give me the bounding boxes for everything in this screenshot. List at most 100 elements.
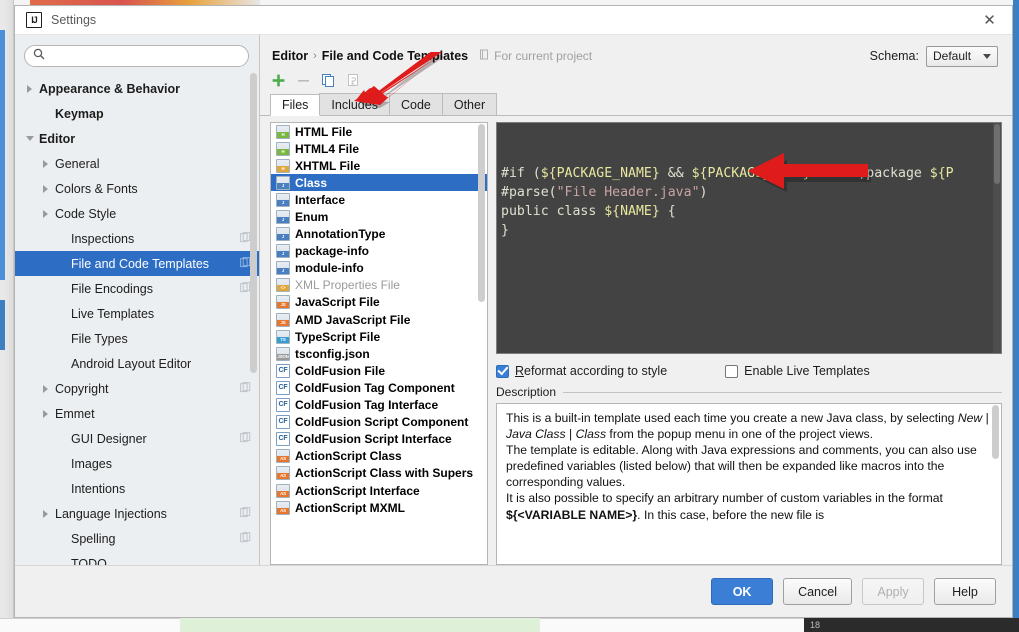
list-item[interactable]: H HTML4 File — [271, 140, 487, 157]
templates-list[interactable]: H HTML File H HTML4 File H XHTML File J Class J I… — [270, 122, 488, 565]
live-templates-option: Enable Live Templates — [725, 364, 870, 378]
list-item[interactable]: H XHTML File — [271, 157, 487, 174]
list-item[interactable]: CF ColdFusion Tag Interface — [271, 397, 487, 414]
reformat-checkbox[interactable] — [496, 364, 509, 378]
sidebar-item-intentions[interactable]: Intentions — [15, 476, 259, 501]
copy-icon[interactable] — [320, 72, 337, 89]
sidebar-item-copyright[interactable]: Copyright — [15, 376, 259, 401]
list-item[interactable]: J Interface — [271, 191, 487, 208]
sidebar-item-label: General — [55, 156, 100, 171]
sidebar-item-images[interactable]: Images — [15, 451, 259, 476]
sidebar-item-colors-fonts[interactable]: Colors & Fonts — [15, 176, 259, 201]
tab-code[interactable]: Code — [388, 93, 443, 115]
sidebar-item-label: Code Style — [55, 206, 117, 221]
code-editor-scrollbar-thumb[interactable] — [994, 124, 1000, 184]
enable-live-templates-checkbox[interactable] — [725, 364, 739, 378]
list-item[interactable]: AS ActionScript MXML — [271, 499, 487, 516]
sidebar-item-file-and-code-templates[interactable]: File and Code Templates — [15, 251, 259, 276]
tab-files[interactable]: Files — [270, 94, 321, 116]
list-item[interactable]: Jpackage-info — [271, 243, 487, 260]
list-item[interactable]: CF ColdFusion File — [271, 362, 487, 379]
plus-icon[interactable] — [270, 72, 287, 89]
list-item[interactable]: JS AMD JavaScript File — [271, 311, 487, 328]
reformat-label[interactable]: Reformat according to style — [515, 364, 667, 378]
sidebar-scrollbar-thumb[interactable] — [250, 73, 257, 373]
sidebar-item-editor[interactable]: Editor — [15, 126, 259, 151]
sidebar-item-label: Android Layout Editor — [71, 356, 192, 371]
sidebar-item-file-encodings[interactable]: File Encodings — [15, 276, 259, 301]
description-scrollbar-thumb[interactable] — [992, 405, 999, 459]
file-type-icon: AS — [276, 483, 290, 498]
code-line: public class ${NAME} { — [501, 202, 1001, 221]
sidebar-scrollbar[interactable] — [249, 73, 258, 563]
sidebar-item-keymap[interactable]: Keymap — [15, 101, 259, 126]
breadcrumb-parent[interactable]: Editor — [272, 49, 308, 63]
list-item[interactable]: JSON tsconfig.json — [271, 345, 487, 362]
sidebar-item-todo[interactable]: TODO — [15, 551, 259, 566]
list-item[interactable]: CF ColdFusion Script Component — [271, 414, 487, 431]
list-item[interactable]: J AnnotationType — [271, 226, 487, 243]
help-button[interactable]: Help — [934, 578, 996, 605]
list-item[interactable]: AS ActionScript Class with Supers — [271, 465, 487, 482]
sidebar-item-emmet[interactable]: Emmet — [15, 401, 259, 426]
list-item[interactable]: AS ActionScript Interface — [271, 482, 487, 499]
sidebar-item-appearance-behavior[interactable]: Appearance & Behavior — [15, 76, 259, 101]
background-status-highlight — [180, 618, 540, 632]
close-icon[interactable]: ✕ — [967, 6, 1012, 35]
sidebar-item-inspections[interactable]: Inspections — [15, 226, 259, 251]
list-item[interactable]: CF ColdFusion Tag Component — [271, 379, 487, 396]
template-code-editor[interactable]: #if (${PACKAGE_NAME} && ${PACKAGE_NAME} … — [496, 122, 1002, 354]
enable-live-templates-label[interactable]: Enable Live Templates — [744, 364, 870, 378]
list-item[interactable]: JS JavaScript File — [271, 294, 487, 311]
list-item[interactable]: J Enum — [271, 208, 487, 225]
search-box[interactable] — [24, 45, 249, 67]
schema-dropdown[interactable]: Default — [926, 45, 998, 67]
list-item[interactable]: AS ActionScript Class — [271, 448, 487, 465]
chevron-right-icon[interactable] — [39, 407, 52, 420]
list-item[interactable]: Jmodule-info — [271, 260, 487, 277]
templates-list-scrollbar[interactable] — [477, 124, 486, 563]
file-type-icon: TS — [276, 329, 290, 344]
search-input[interactable] — [50, 49, 240, 63]
sidebar-item-android-layout-editor[interactable]: Android Layout Editor — [15, 351, 259, 376]
list-item[interactable]: J Class — [271, 174, 487, 192]
chevron-right-icon[interactable] — [39, 157, 52, 170]
chevron-down-icon — [983, 53, 991, 59]
description-legend: Description — [496, 385, 557, 399]
chevron-right-icon[interactable] — [39, 507, 52, 520]
sidebar-item-label: Colors & Fonts — [55, 181, 138, 196]
chevron-right-icon[interactable] — [23, 82, 36, 95]
file-type-icon: CF — [276, 380, 290, 395]
tab-other[interactable]: Other — [441, 93, 498, 115]
list-item[interactable]: TS TypeScript File — [271, 328, 487, 345]
ok-button[interactable]: OK — [711, 578, 774, 605]
templates-list-scrollbar-thumb[interactable] — [478, 124, 485, 302]
description-scrollbar[interactable] — [992, 405, 1000, 563]
code-editor-scrollbar[interactable] — [993, 123, 1001, 353]
code-token: } — [501, 223, 509, 238]
sidebar-item-gui-designer[interactable]: GUI Designer — [15, 426, 259, 451]
code-line: #parse("File Header.java") — [501, 183, 1001, 202]
chevron-right-icon[interactable] — [39, 382, 52, 395]
code-token: ( — [548, 185, 557, 200]
template-name: ColdFusion Tag Component — [295, 380, 455, 395]
list-item[interactable]: <> XML Properties File — [271, 277, 487, 294]
tab-includes[interactable]: Includes — [319, 93, 390, 115]
chevron-right-icon[interactable] — [39, 182, 52, 195]
sidebar-item-code-style[interactable]: Code Style — [15, 201, 259, 226]
sidebar-item-general[interactable]: General — [15, 151, 259, 176]
sidebar-item-live-templates[interactable]: Live Templates — [15, 301, 259, 326]
cancel-button[interactable]: Cancel — [783, 578, 852, 605]
sidebar-item-language-injections[interactable]: Language Injections — [15, 501, 259, 526]
chevron-down-icon[interactable] — [23, 132, 36, 145]
sidebar-item-file-types[interactable]: File Types — [15, 326, 259, 351]
sidebar-item-label: Inspections — [71, 231, 135, 246]
list-item[interactable]: CF ColdFusion Script Interface — [271, 431, 487, 448]
code-token: public class — [501, 204, 605, 219]
template-name: package-info — [295, 244, 370, 259]
template-name: ColdFusion Script Component — [295, 415, 469, 430]
settings-dialog: IJ Settings ✕ Appearance & Behavior Keyma… — [14, 5, 1013, 618]
sidebar-item-spelling[interactable]: Spelling — [15, 526, 259, 551]
chevron-right-icon[interactable] — [39, 207, 52, 220]
list-item[interactable]: H HTML File — [271, 123, 487, 140]
